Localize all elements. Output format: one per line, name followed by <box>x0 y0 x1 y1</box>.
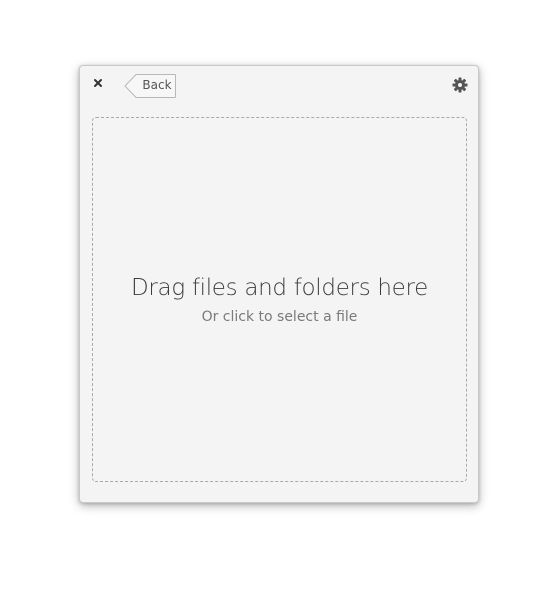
back-button-label: Back <box>142 78 172 92</box>
file-dropzone[interactable]: Drag files and folders here Or click to … <box>92 117 467 482</box>
back-button[interactable]: Back <box>124 74 176 98</box>
gear-icon <box>452 77 468 93</box>
dropzone-title: Drag files and folders here <box>130 275 429 301</box>
app-window: Back Drag files and folders here Or clic… <box>79 65 479 503</box>
dropzone-subtitle: Or click to select a file <box>201 309 358 325</box>
settings-button[interactable] <box>452 77 468 93</box>
close-button[interactable] <box>91 76 105 90</box>
close-icon <box>94 79 102 87</box>
